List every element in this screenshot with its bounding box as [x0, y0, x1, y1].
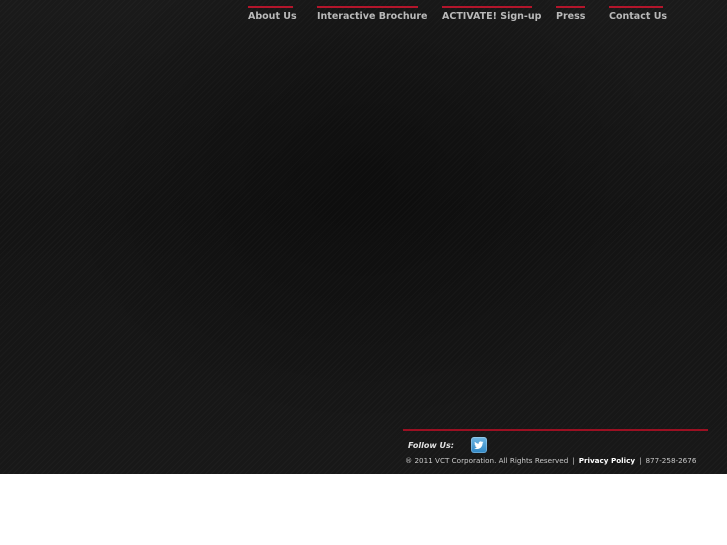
nav-press[interactable]: Press — [556, 6, 585, 26]
blank-area — [0, 474, 727, 545]
privacy-policy-link[interactable]: Privacy Policy — [579, 456, 635, 465]
nav-interactive-brochure-label: Interactive Brochure — [317, 11, 428, 22]
nav-activate-signup[interactable]: ACTIVATE! Sign-up — [442, 6, 542, 26]
copyright-text: ® 2011 VCT Corporation. All Rights Reser… — [405, 456, 569, 465]
page-background: About Us Interactive Brochure ACTIVATE! … — [0, 0, 727, 474]
phone-number: 877-258-2676 — [645, 456, 697, 465]
follow-us-label: Follow Us: — [408, 441, 454, 450]
legal-line: ® 2011 VCT Corporation. All Rights Reser… — [405, 456, 696, 465]
nav-interactive-brochure[interactable]: Interactive Brochure — [317, 6, 428, 26]
nav-press-label: Press — [556, 11, 586, 22]
site-footer: Follow Us: ® 2011 VCT Corporation. All R… — [403, 429, 708, 474]
nav-contact-us[interactable]: Contact Us — [609, 6, 668, 26]
footer-separator: | — [572, 456, 575, 465]
nav-activate-signup-label: ACTIVATE! Sign-up — [442, 11, 542, 22]
nav-about-us[interactable]: About Us — [248, 6, 297, 26]
twitter-icon[interactable] — [471, 437, 487, 453]
main-navigation: About Us Interactive Brochure ACTIVATE! … — [0, 0, 727, 30]
footer-separator: | — [639, 456, 642, 465]
nav-contact-us-label: Contact Us — [609, 11, 668, 22]
nav-about-us-label: About Us — [248, 11, 297, 22]
twitter-bird-glyph — [474, 441, 484, 449]
